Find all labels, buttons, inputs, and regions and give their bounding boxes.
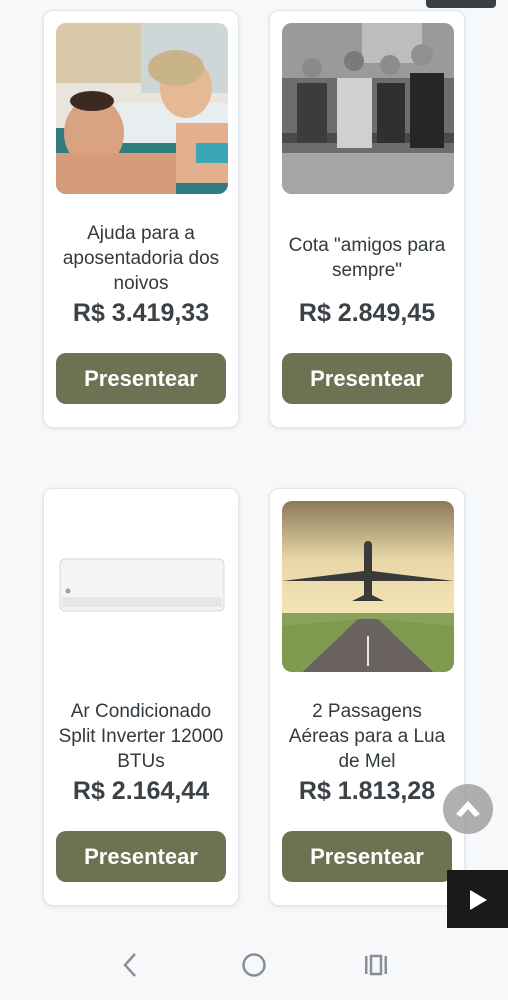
present-button[interactable]: Presentear [282,353,452,404]
old-friends-bench-image [282,23,454,194]
scroll-top-button[interactable] [443,784,493,834]
home-icon [242,953,266,977]
top-tab[interactable] [426,0,496,8]
play-button[interactable] [447,870,508,929]
product-card: Ajuda para a aposentadoria dos noivos R$… [43,10,239,428]
product-title: Ajuda para a aposentadoria dos noivos [62,222,220,294]
present-button[interactable]: Presentear [56,831,226,882]
couple-relaxing-image [56,23,228,194]
product-price: R$ 3.419,33 [72,299,210,327]
product-price: R$ 2.849,45 [298,299,436,327]
product-card: Ar Condicionado Split Inverter 12000 BTU… [43,488,239,906]
play-icon [469,889,487,910]
product-title: Cota "amigos para sempre" [288,235,446,281]
present-button[interactable]: Presentear [56,353,226,404]
airplane-runway-image [282,501,454,672]
chevron-up-icon [456,801,480,817]
system-navigation-bar [0,928,508,1000]
nav-home-button[interactable] [234,948,274,982]
nav-recents-button[interactable] [356,948,396,982]
product-price: R$ 2.164,44 [72,777,210,805]
product-card: 2 Passagens Aéreas para a Lua de Mel R$ … [269,488,465,906]
product-title: 2 Passagens Aéreas para a Lua de Mel [288,700,446,772]
present-button[interactable]: Presentear [282,831,452,882]
recents-icon [365,954,387,976]
nav-back-button[interactable] [110,948,150,982]
back-icon [123,953,136,977]
air-conditioner-image [56,501,228,672]
product-price: R$ 1.813,28 [298,777,436,805]
product-card: Cota "amigos para sempre" R$ 2.849,45 Pr… [269,10,465,428]
product-title: Ar Condicionado Split Inverter 12000 BTU… [58,700,224,772]
